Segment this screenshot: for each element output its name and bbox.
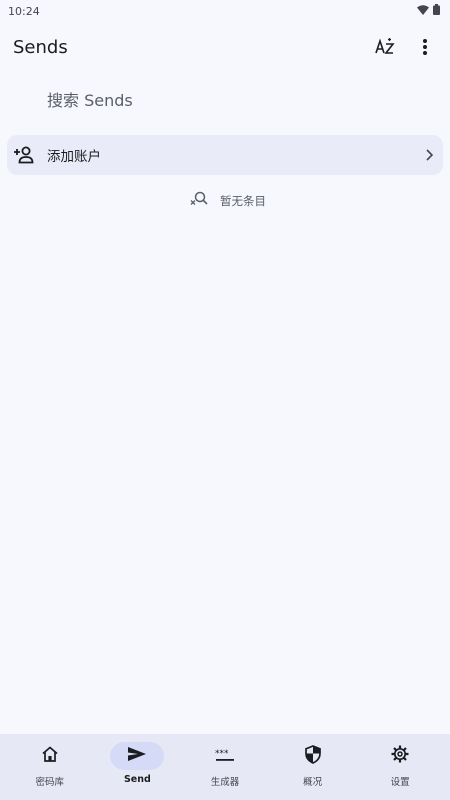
status-time: 10:24 xyxy=(8,4,40,18)
nav-label: 密码库 xyxy=(35,777,65,788)
wifi-icon xyxy=(417,4,429,18)
add-account-row[interactable]: 添加账户 xyxy=(7,135,443,175)
nav-pill xyxy=(286,742,340,770)
sort-az-icon[interactable] xyxy=(372,34,398,60)
home-icon xyxy=(41,746,59,766)
nav-label: Send xyxy=(123,774,151,785)
nav-item-send[interactable]: Send xyxy=(97,742,177,785)
password-dots-icon: *** xyxy=(215,747,235,766)
status-bar: 10:24 xyxy=(0,0,450,22)
nav-pill xyxy=(23,742,77,770)
top-actions xyxy=(372,34,438,60)
nav-item-generator[interactable]: *** 生成器 xyxy=(185,742,265,789)
add-account-label: 添加账户 xyxy=(47,149,101,165)
nav-label: 设置 xyxy=(390,777,410,788)
search-input[interactable] xyxy=(47,88,427,112)
shield-icon xyxy=(304,744,321,768)
svg-text:***: *** xyxy=(215,749,229,759)
search-off-icon xyxy=(190,191,208,211)
send-icon xyxy=(127,746,147,766)
add-person-icon xyxy=(13,144,35,166)
nav-pill: *** xyxy=(198,742,252,770)
empty-state: 暂无条目 xyxy=(0,190,450,212)
status-icons xyxy=(417,4,440,18)
nav-label: 概况 xyxy=(303,777,323,788)
search-bar xyxy=(47,88,427,112)
chevron-right-icon xyxy=(425,146,434,165)
gear-icon xyxy=(391,745,409,767)
nav-pill xyxy=(110,742,165,770)
nav-item-settings[interactable]: 设置 xyxy=(360,742,440,788)
more-vertical-icon[interactable] xyxy=(412,34,438,60)
page-title: Sends xyxy=(13,36,68,58)
nav-item-vault[interactable]: 密码库 xyxy=(10,742,90,788)
nav-item-overview[interactable]: 概况 xyxy=(273,742,353,788)
empty-state-text: 暂无条目 xyxy=(220,194,266,208)
nav-pill xyxy=(373,742,427,770)
top-app-bar: Sends xyxy=(0,28,450,66)
battery-icon xyxy=(433,4,440,18)
nav-label: 生成器 xyxy=(210,777,240,788)
bottom-navigation: 密码库 Send *** 生成器 概况 设置 xyxy=(0,734,450,800)
